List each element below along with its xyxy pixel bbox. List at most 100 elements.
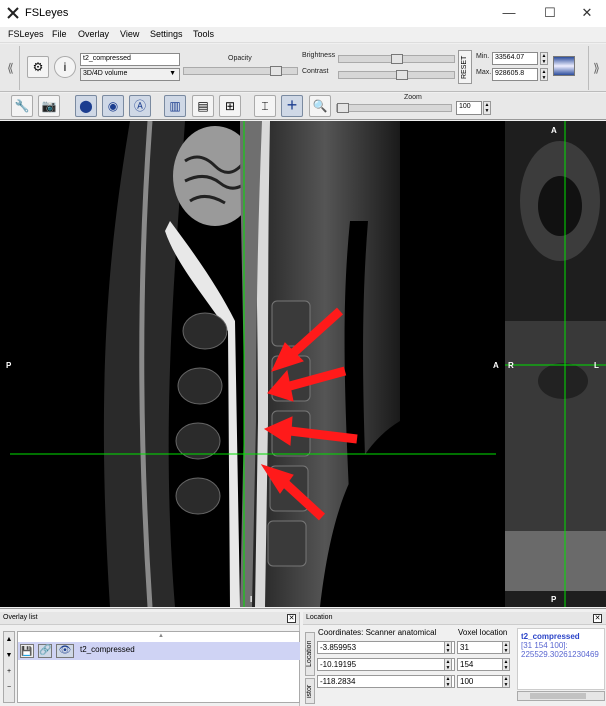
coord-z-spinner[interactable]: ▲ ▼ <box>444 675 452 688</box>
coord-z-field[interactable]: -118.2834 <box>317 675 455 688</box>
brightness-slider[interactable] <box>338 54 455 64</box>
axial-canvas[interactable] <box>505 121 606 607</box>
axial-label-top: A <box>551 126 557 135</box>
axial-posterior-tissue <box>505 531 606 591</box>
menu-settings[interactable]: Settings <box>150 29 183 39</box>
overlay-list-close-icon[interactable]: ✕ <box>287 614 296 623</box>
link-overlay-icon[interactable]: 🔗 <box>38 644 52 658</box>
coord-y-field[interactable]: -10.19195 <box>317 658 455 671</box>
info-voxel: [31 154 100]: <box>521 641 568 650</box>
contrast-slider[interactable] <box>338 70 455 80</box>
sagittal-label-bottom: I <box>250 595 253 604</box>
voxel-y-spinner[interactable]: ▲ ▼ <box>502 658 510 671</box>
axial-label-bottom: P <box>551 595 557 604</box>
history-tab[interactable]: istor <box>305 678 315 704</box>
zoom-label: Zoom <box>404 94 422 101</box>
info-horizontal-scrollbar[interactable] <box>517 691 605 701</box>
min-value-field[interactable]: 33564.07 <box>492 52 538 65</box>
overlay-name-field[interactable]: t2_compressed <box>80 53 180 66</box>
axial-vertebra <box>505 321 606 531</box>
location-panel: Location ✕ Location istor Coordinates: S… <box>303 612 606 706</box>
info-value: 225529.30261230469 <box>521 650 599 659</box>
maximize-button[interactable]: ☐ <box>533 0 567 27</box>
list-item[interactable]: 💾 🔗 👁 t2_compressed <box>18 642 300 660</box>
show-cursor-label-icon[interactable]: ⌶ <box>254 95 276 117</box>
max-label: Max. <box>476 69 492 76</box>
sagittal-label-left: P <box>6 361 12 370</box>
overlay-list-header: Overlay list <box>0 612 299 625</box>
menu-overlay[interactable]: Overlay <box>78 29 109 39</box>
crosshair-icon[interactable]: + <box>281 95 303 117</box>
menu-file[interactable]: File <box>52 29 67 39</box>
save-overlay-icon[interactable]: 💾 <box>20 644 34 658</box>
horizontal-layout-icon[interactable]: ▥ <box>164 95 186 117</box>
menu-bar: FSLeyes File Overlay View Settings Tools <box>0 27 606 43</box>
voxel-z-spinner[interactable]: ▲ ▼ <box>502 675 510 688</box>
location-close-icon[interactable]: ✕ <box>593 614 602 623</box>
min-spinner[interactable]: ▲ ▼ <box>540 52 548 65</box>
axial-toggle-icon[interactable]: Ⓐ <box>129 95 151 117</box>
scroll-left-icon[interactable]: ⟪ <box>2 46 20 90</box>
move-down-icon[interactable]: ▼ <box>4 648 14 664</box>
zoom-slider-thumb[interactable] <box>337 103 349 113</box>
overlay-list-controls: ▲ ▼ + − <box>3 631 15 703</box>
list-scroll-up-icon[interactable]: ▲ <box>158 633 164 639</box>
brightness-slider-thumb[interactable] <box>391 54 403 64</box>
visibility-eye-icon[interactable]: 👁 <box>56 644 74 658</box>
axial-airway <box>538 176 582 236</box>
info-icon[interactable]: i <box>54 56 76 78</box>
zoom-slider[interactable] <box>336 103 452 113</box>
coord-x-field[interactable]: -3.859953 <box>317 641 455 654</box>
dropdown-arrow-icon: ▼ <box>169 70 176 77</box>
sagittal-toggle-icon[interactable]: ⬤ <box>75 95 97 117</box>
voxel-y-field[interactable]: 154 <box>457 658 503 671</box>
overlay-type-value: 3D/4D volume <box>83 70 128 77</box>
coronal-toggle-icon[interactable]: ◉ <box>102 95 124 117</box>
opacity-slider[interactable] <box>183 66 298 76</box>
add-overlay-icon[interactable]: + <box>4 664 14 680</box>
sagittal-canvas[interactable] <box>0 121 500 607</box>
menu-view[interactable]: View <box>120 29 139 39</box>
opacity-label: Opacity <box>228 55 252 62</box>
brightness-label: Brightness <box>302 52 336 59</box>
contrast-slider-thumb[interactable] <box>396 70 408 80</box>
scroll-right-icon[interactable]: ⟫ <box>588 46 604 90</box>
coord-x-spinner[interactable]: ▲ ▼ <box>444 641 452 654</box>
zoom-value-field[interactable]: 100 <box>456 101 482 115</box>
reset-button[interactable]: RESET <box>458 50 472 84</box>
location-tab[interactable]: Location <box>305 632 315 676</box>
max-spinner[interactable]: ▲ ▼ <box>540 68 548 81</box>
cropped-region <box>400 216 500 406</box>
menu-fsleyes[interactable]: FSLeyes <box>8 29 44 39</box>
info-overlay-name: t2_compressed <box>521 632 580 641</box>
max-value-field[interactable]: 928605.8 <box>492 68 538 81</box>
bottom-panels: Overlay list ✕ ▲ ▼ + − ▲ 💾 🔗 👁 t2_compre… <box>0 608 606 706</box>
wrench-icon[interactable]: 🔧 <box>11 95 33 117</box>
minimize-button[interactable]: — <box>492 0 526 27</box>
vertical-layout-icon[interactable]: ▤ <box>192 95 214 117</box>
info-scrollbar-thumb[interactable] <box>530 693 586 699</box>
voxel-z-field[interactable]: 100 <box>457 675 503 688</box>
remove-overlay-icon[interactable]: − <box>4 680 14 696</box>
overlay-type-select[interactable]: 3D/4D volume ▼ <box>80 68 180 81</box>
overlay-list: ▲ 💾 🔗 👁 t2_compressed <box>17 631 300 703</box>
camera-icon[interactable]: 📷 <box>38 95 60 117</box>
zoom-magnifier-icon[interactable]: 🔍 <box>309 95 331 117</box>
menu-tools[interactable]: Tools <box>193 29 214 39</box>
zoom-spinner[interactable]: ▲ ▼ <box>483 101 491 115</box>
overlay-list-title: Overlay list <box>3 614 38 621</box>
colour-range-icon[interactable] <box>553 56 575 76</box>
close-window-button[interactable]: ✕ <box>570 0 604 27</box>
axial-label-left: R <box>508 361 514 370</box>
voxel-x-spinner[interactable]: ▲ ▼ <box>502 641 510 654</box>
axial-label-right: L <box>594 361 599 370</box>
opacity-slider-thumb[interactable] <box>270 66 282 76</box>
coord-y-spinner[interactable]: ▲ ▼ <box>444 658 452 671</box>
ortho-viewer[interactable]: P A I A R L P <box>0 121 606 607</box>
grid-layout-icon[interactable]: ⊞ <box>219 95 241 117</box>
voxel-x-field[interactable]: 31 <box>457 641 503 654</box>
axial-canal <box>538 363 588 399</box>
settings-gear-icon[interactable]: ⚙ <box>27 56 49 78</box>
move-up-icon[interactable]: ▲ <box>4 632 14 648</box>
contrast-label: Contrast <box>302 68 329 75</box>
